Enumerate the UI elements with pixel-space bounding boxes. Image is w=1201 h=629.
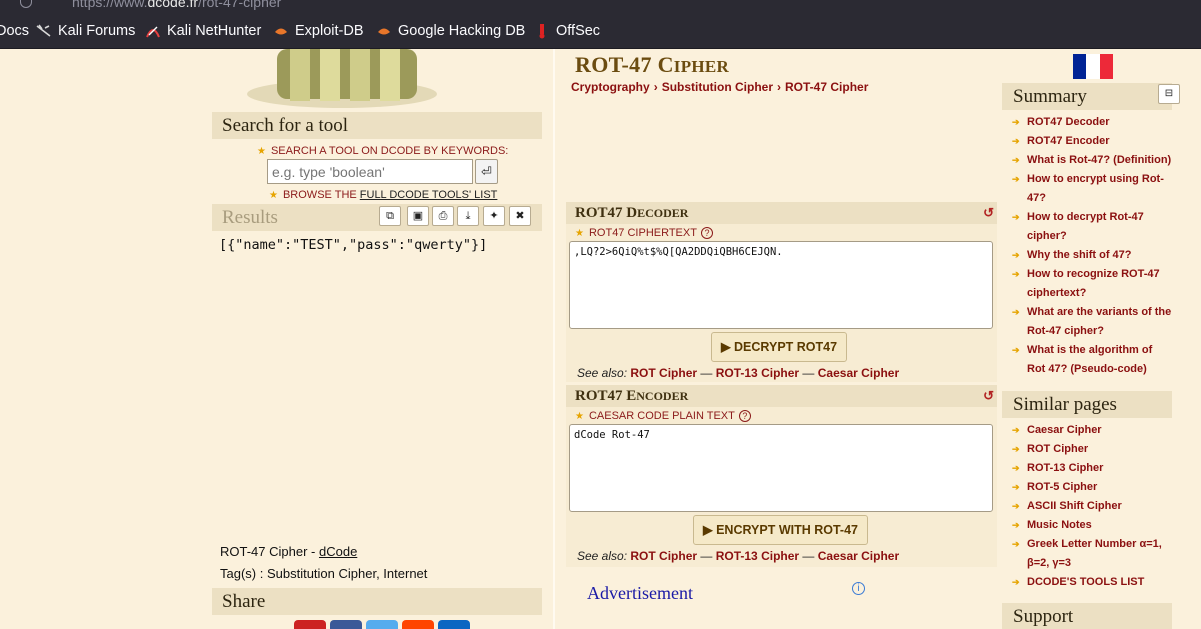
summary-item[interactable]: What is Rot-47? (Definition) [1012,151,1172,170]
breadcrumb-rot47-cipher[interactable]: ROT-47 Cipher [785,80,868,94]
support-title: Support [1002,603,1172,629]
offsec-icon [539,24,545,39]
tool-tags: Tag(s) : Substitution Cipher, Internet [220,566,428,581]
kali-dragon-icon [36,24,51,37]
linkedin-icon[interactable] [438,620,470,629]
breadcrumb-cryptography[interactable]: Cryptography [571,80,650,94]
see-also-rot13-cipher[interactable]: ROT-13 Cipher [716,366,799,380]
pinterest-icon[interactable] [294,620,326,629]
encoder-title: ROT47 ENCODER ↺ [566,385,997,407]
breadcrumb: Cryptography › Substitution Cipher › ROT-47 … [571,80,869,94]
pin-icon[interactable]: ✦ [483,206,505,226]
right-sidebar: Summary ⊟ ROT47 Decoder ROT47 Encoder Wh… [1002,49,1201,629]
summary-item[interactable]: ROT47 Decoder [1012,113,1172,132]
encoder-see-also: See also: ROT Cipher — ROT-13 Cipher — C… [577,549,900,563]
plaintext-input[interactable]: dCode Rot-47 [569,424,993,512]
ciphertext-label: ★ ROT47 CIPHERTEXT? [575,227,713,239]
url-text[interactable]: https://www.dcode.fr/rot-47-cipher [72,0,281,10]
decoder-title: ROT47 DECODER ↺ [566,202,997,224]
decrypt-button[interactable]: ▶ DECRYPT ROT47 [711,332,847,362]
reset-icon[interactable]: ↺ [983,202,994,224]
star-icon: ★ [575,228,584,239]
url-bar[interactable]: https://www.dcode.fr/rot-47-cipher [0,0,1201,12]
see-also-rot-cipher[interactable]: ROT Cipher [630,549,697,563]
rot47-encoder-panel: ROT47 ENCODER ↺ ★ CAESAR CODE PLAIN TEXT? … [566,385,997,567]
tool-search-input[interactable] [267,159,473,184]
bookmark-kali-nethunter[interactable]: Kali NetHunter [145,23,261,39]
summary-list: ROT47 Decoder ROT47 Encoder What is Rot-… [1012,113,1172,379]
results-output: [{"name":"TEST","pass":"qwerty"}] [219,237,488,253]
close-icon[interactable]: ✖ [509,206,531,226]
ghdb-icon [378,28,390,35]
twitter-icon[interactable] [366,620,398,629]
left-sidebar: Search for a tool ★ SEARCH A TOOL ON DCOD… [212,49,542,629]
star-icon: ★ [269,190,278,201]
column-separator [553,49,555,629]
exploit-db-icon [275,28,287,35]
star-icon: ★ [575,411,584,422]
browse-tools-row: ★ BROWSE THE FULL DCODE TOOLS' LIST [269,189,498,201]
see-also-caesar-cipher[interactable]: Caesar Cipher [818,549,899,563]
star-icon: ★ [257,146,266,157]
summary-item[interactable]: How to decrypt Rot-47 cipher? [1012,208,1172,246]
ad-info-icon[interactable]: i [852,582,865,595]
bookmark-exploit-db[interactable]: Exploit-DB [273,23,364,39]
copy-icon[interactable]: ⧉ [379,206,401,226]
ciphertext-input[interactable]: ,LQ?2>6QiQ%t$%Q[QA2DDQiQBH6CEJQN. [569,241,993,329]
similar-pages-title: Similar pages [1002,391,1172,418]
plaintext-label: ★ CAESAR CODE PLAIN TEXT? [575,410,751,422]
bookmark-google-hacking-db[interactable]: Google Hacking DB [376,23,525,39]
similar-item[interactable]: ROT-13 Cipher [1012,459,1172,478]
breadcrumb-substitution-cipher[interactable]: Substitution Cipher [662,80,773,94]
similar-item[interactable]: ASCII Shift Cipher [1012,497,1172,516]
similar-item[interactable]: ROT-5 Cipher [1012,478,1172,497]
reset-icon[interactable]: ↺ [983,385,994,407]
similar-item[interactable]: ROT Cipher [1012,440,1172,459]
collapse-summary-icon[interactable]: ⊟ [1158,84,1180,104]
screenshot-icon[interactable]: ▣ [407,206,429,226]
facebook-icon[interactable] [330,620,362,629]
share-section-title: Share [212,588,542,615]
tool-credit: ROT-47 Cipher - dCode [220,544,358,559]
similar-item[interactable]: Greek Letter Number α=1, β=2, γ=3 [1012,535,1172,573]
summary-item[interactable]: Why the shift of 47? [1012,246,1172,265]
shield-icon [20,0,32,8]
help-icon[interactable]: ? [738,410,751,422]
summary-item[interactable]: How to recognize ROT-47 ciphertext? [1012,265,1172,303]
summary-item[interactable]: ROT47 Encoder [1012,132,1172,151]
nethunter-icon [146,26,160,38]
bookmarks-bar: Docs Kali Forums Kali NetHunter Exploit-… [0,12,1201,49]
page-title: ROT-47 CIPHER [575,52,730,77]
reddit-icon[interactable] [402,620,434,629]
bookmark-docs[interactable]: Docs [0,23,29,39]
full-tools-list-link[interactable]: FULL DCODE TOOLS' LIST [360,189,498,201]
advertisement-label: Advertisement [587,583,693,603]
bookmark-kali-forums[interactable]: Kali Forums [36,23,135,39]
share-buttons [294,620,470,629]
search-section-title: Search for a tool [212,112,542,139]
help-icon[interactable]: ? [700,227,713,239]
similar-item[interactable]: DCODE'S TOOLS LIST [1012,573,1172,592]
summary-item[interactable]: What is the algorithm of Rot 47? (Pseudo… [1012,341,1172,379]
print-icon[interactable]: ⎙ [432,206,454,226]
bookmark-offsec[interactable]: OffSec [534,23,600,39]
similar-item[interactable]: Music Notes [1012,516,1172,535]
search-submit-button[interactable]: ⏎ [475,159,498,184]
rot47-decoder-panel: ROT47 DECODER ↺ ★ ROT47 CIPHERTEXT? ,LQ?2>… [566,202,997,382]
dcode-link[interactable]: dCode [319,544,357,559]
see-also-rot13-cipher[interactable]: ROT-13 Cipher [716,549,799,563]
cryptex-banner-image [247,49,437,108]
summary-title: Summary [1002,83,1172,110]
see-also-rot-cipher[interactable]: ROT Cipher [630,366,697,380]
encrypt-button[interactable]: ▶ ENCRYPT WITH ROT-47 [693,515,868,545]
download-icon[interactable]: ⤓ [457,206,479,226]
similar-item[interactable]: Caesar Cipher [1012,421,1172,440]
see-also-caesar-cipher[interactable]: Caesar Cipher [818,366,899,380]
summary-item[interactable]: How to encrypt using Rot-47? [1012,170,1172,208]
decoder-see-also: See also: ROT Cipher — ROT-13 Cipher — C… [577,366,900,380]
french-flag-icon[interactable] [1073,54,1113,79]
summary-item[interactable]: What are the variants of the Rot-47 ciph… [1012,303,1172,341]
similar-pages-list: Caesar Cipher ROT Cipher ROT-13 Cipher R… [1012,421,1172,592]
search-hint: ★ SEARCH A TOOL ON DCODE BY KEYWORDS: [257,145,509,157]
